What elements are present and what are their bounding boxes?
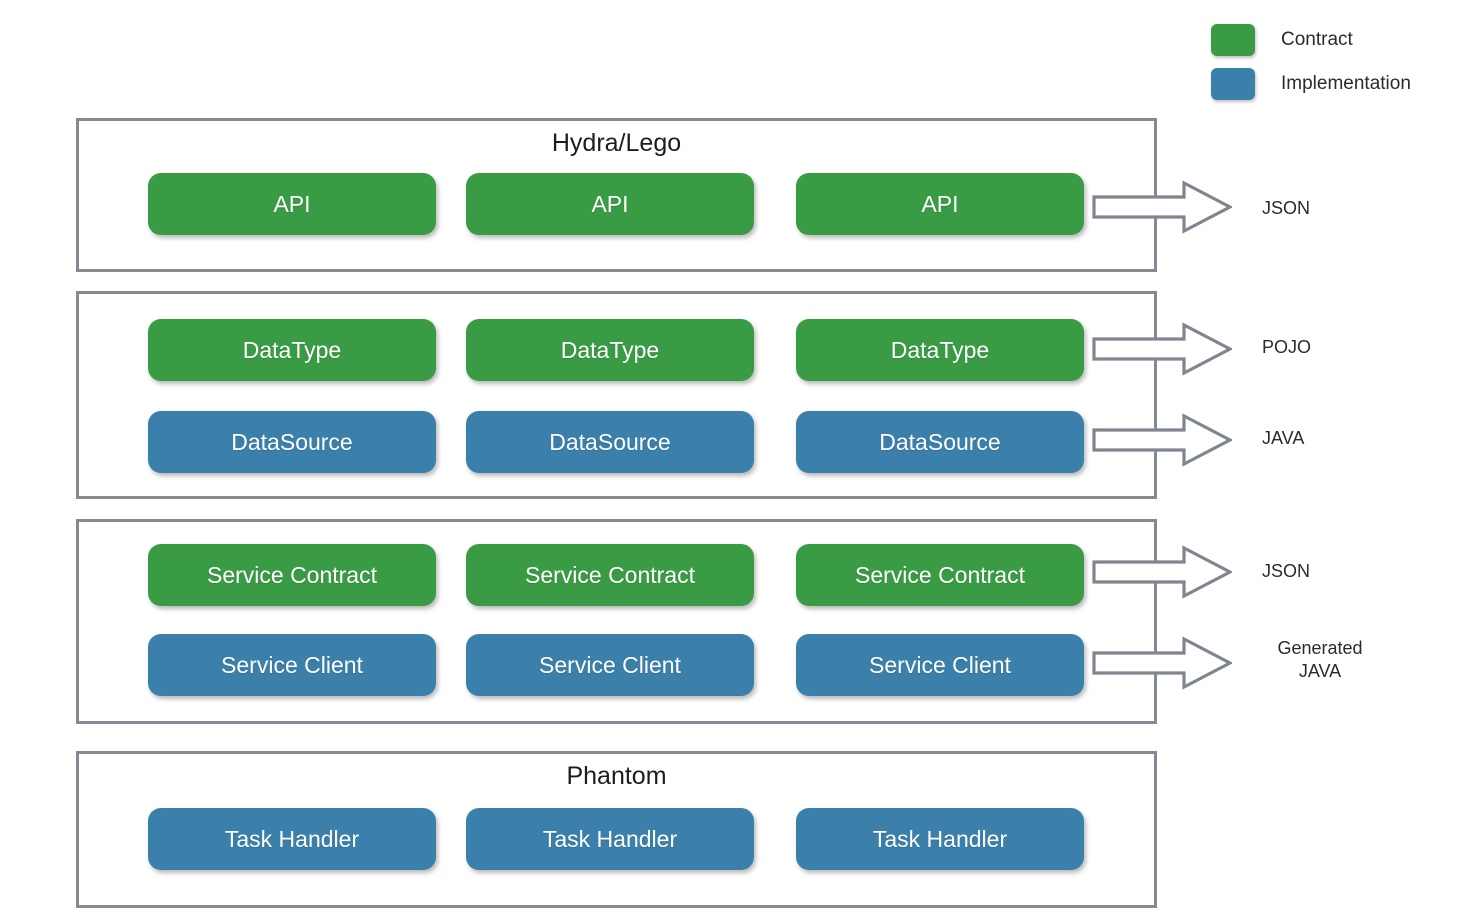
node-service-contract-2[interactable]: Service Contract bbox=[466, 544, 754, 606]
node-task-handler-3[interactable]: Task Handler bbox=[796, 808, 1084, 870]
node-task-handler-2[interactable]: Task Handler bbox=[466, 808, 754, 870]
node-service-client-3[interactable]: Service Client bbox=[796, 634, 1084, 696]
legend-item-implementation: Implementation bbox=[1211, 62, 1461, 106]
node-task-handler-1[interactable]: Task Handler bbox=[148, 808, 436, 870]
node-datatype-2[interactable]: DataType bbox=[466, 319, 754, 381]
node-service-contract-3[interactable]: Service Contract bbox=[796, 544, 1084, 606]
legend-label-contract: Contract bbox=[1281, 29, 1353, 50]
panel-title-hydra-lego: Hydra/Lego bbox=[551, 129, 682, 157]
output-label-generated-java: Generated JAVA bbox=[1240, 637, 1400, 682]
node-datatype-1[interactable]: DataType bbox=[148, 319, 436, 381]
panel-data-layer: DataType DataType DataType DataSource Da… bbox=[76, 291, 1157, 499]
legend-swatch-contract bbox=[1211, 24, 1255, 56]
node-service-client-2[interactable]: Service Client bbox=[466, 634, 754, 696]
node-row-service-client: Service Client Service Client Service Cl… bbox=[79, 634, 1154, 696]
output-label-json-service: JSON bbox=[1262, 561, 1311, 581]
node-api-2[interactable]: API bbox=[466, 173, 754, 235]
panel-title-phantom: Phantom bbox=[566, 762, 667, 790]
output-label-generated-java-line2: JAVA bbox=[1298, 660, 1342, 681]
panel-hydra-lego: Hydra/Lego API API API bbox=[76, 118, 1157, 272]
node-row-datatype: DataType DataType DataType bbox=[79, 319, 1154, 381]
output-label-json-api: JSON bbox=[1262, 198, 1311, 218]
node-row-task-handler: Task Handler Task Handler Task Handler bbox=[79, 808, 1154, 870]
panel-service-layer: Service Contract Service Contract Servic… bbox=[76, 519, 1157, 724]
legend: Contract Implementation bbox=[1211, 18, 1461, 106]
node-service-contract-1[interactable]: Service Contract bbox=[148, 544, 436, 606]
node-datatype-3[interactable]: DataType bbox=[796, 319, 1084, 381]
node-service-client-1[interactable]: Service Client bbox=[148, 634, 436, 696]
node-datasource-2[interactable]: DataSource bbox=[466, 411, 754, 473]
node-row-api: API API API bbox=[79, 173, 1154, 235]
output-label-generated-java-line1: Generated bbox=[1277, 638, 1363, 658]
node-datasource-1[interactable]: DataSource bbox=[148, 411, 436, 473]
legend-label-implementation: Implementation bbox=[1281, 73, 1411, 94]
output-label-java: JAVA bbox=[1262, 428, 1305, 448]
output-label-pojo: POJO bbox=[1262, 337, 1312, 357]
node-datasource-3[interactable]: DataSource bbox=[796, 411, 1084, 473]
node-api-3[interactable]: API bbox=[796, 173, 1084, 235]
node-row-service-contract: Service Contract Service Contract Servic… bbox=[79, 544, 1154, 606]
legend-swatch-implementation bbox=[1211, 68, 1255, 100]
panel-phantom: Phantom Task Handler Task Handler Task H… bbox=[76, 751, 1157, 908]
node-api-1[interactable]: API bbox=[148, 173, 436, 235]
node-row-datasource: DataSource DataSource DataSource bbox=[79, 411, 1154, 473]
legend-item-contract: Contract bbox=[1211, 18, 1461, 62]
